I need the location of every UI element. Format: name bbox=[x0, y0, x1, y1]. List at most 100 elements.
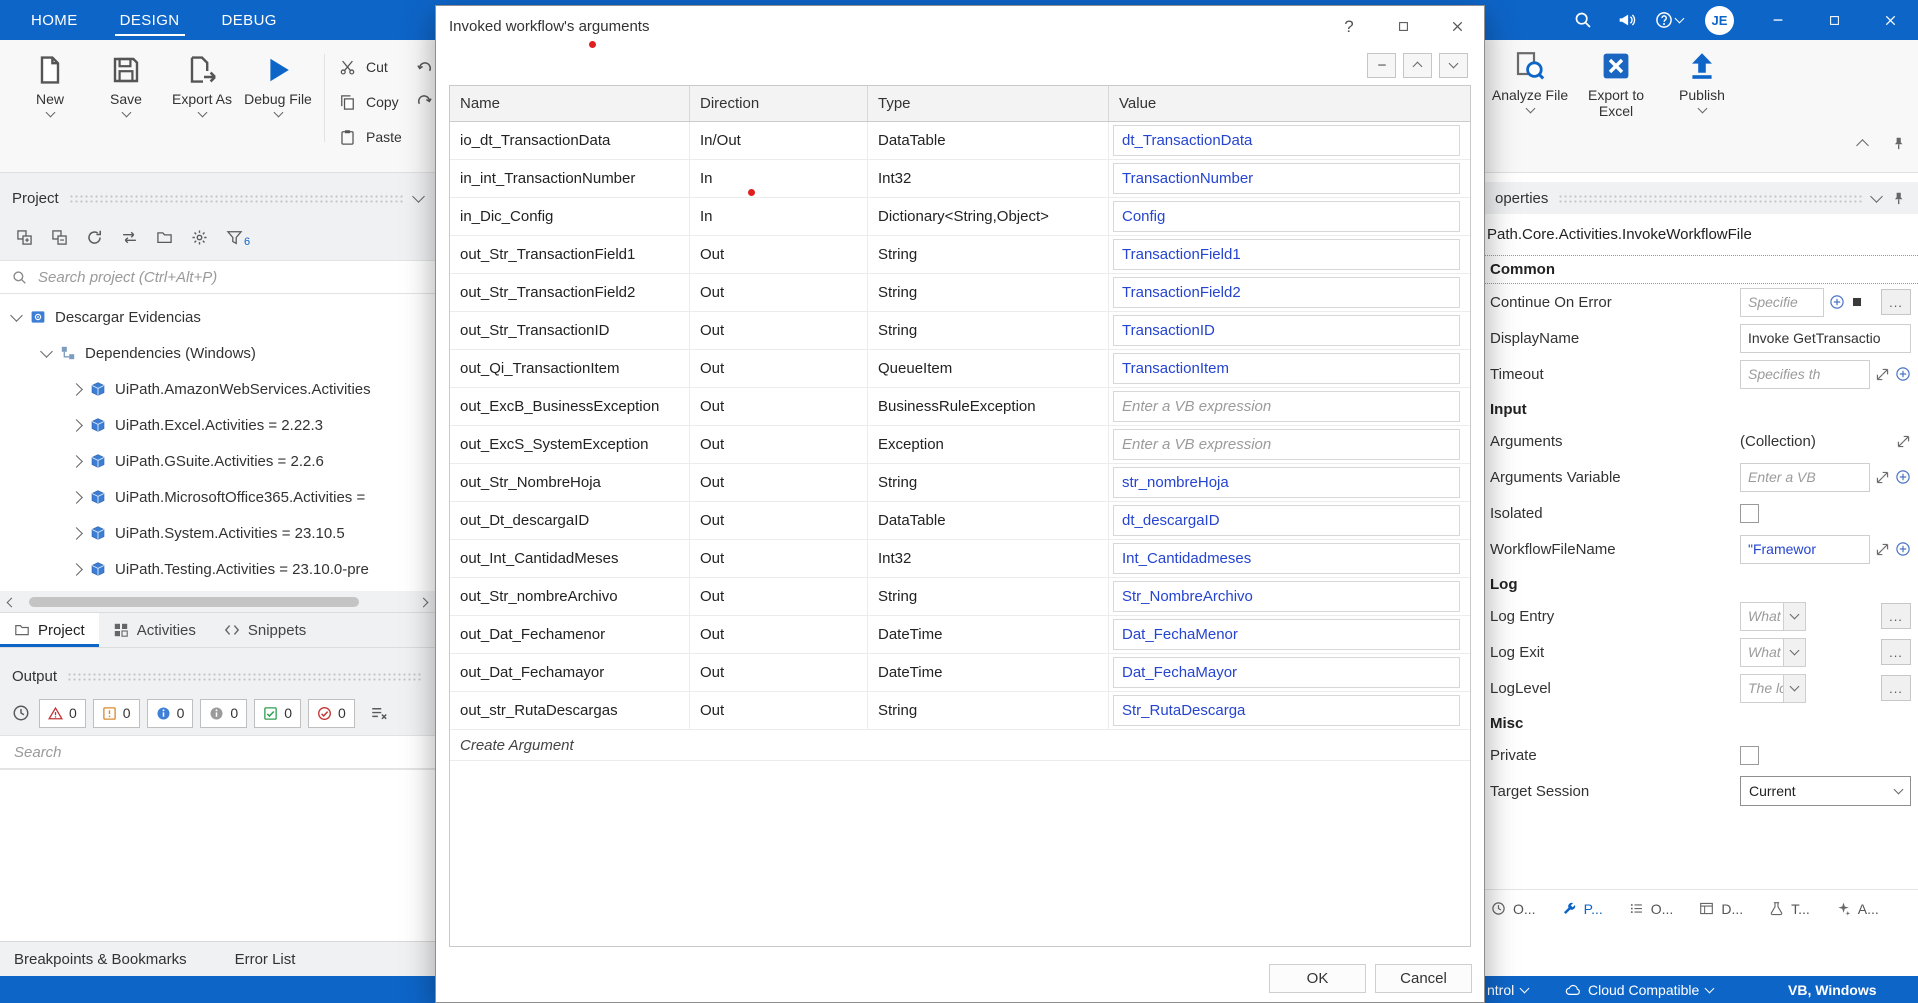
argument-direction[interactable]: Out bbox=[690, 654, 868, 691]
breakpoints-panel-header[interactable]: Breakpoints & Bookmarks bbox=[14, 951, 187, 968]
panel-tab-project[interactable]: Project bbox=[0, 613, 99, 647]
argument-direction[interactable]: Out bbox=[690, 350, 868, 387]
tree-item[interactable]: UiPath.Testing.Activities = 23.10.0-pre bbox=[0, 551, 435, 587]
dialog-maximize-button[interactable] bbox=[1376, 6, 1430, 47]
argument-value-input[interactable]: Str_NombreArchivo bbox=[1113, 581, 1460, 612]
tree-item[interactable]: UiPath.AmazonWebServices.Activities bbox=[0, 371, 435, 407]
argument-name[interactable]: in_int_TransactionNumber bbox=[450, 160, 690, 197]
move-down-button[interactable] bbox=[1439, 52, 1468, 78]
argument-name[interactable]: in_Dic_Config bbox=[450, 198, 690, 235]
open-expression-icon[interactable] bbox=[1875, 367, 1890, 382]
dropdown-caret-button[interactable] bbox=[1782, 673, 1806, 703]
ellipsis-button[interactable]: ... bbox=[1881, 675, 1911, 701]
help-menu[interactable] bbox=[1649, 11, 1689, 29]
pin-icon[interactable] bbox=[1891, 191, 1906, 206]
section-header-misc[interactable]: Misc bbox=[1483, 710, 1918, 737]
ribbon-tab-design[interactable]: DESIGN bbox=[99, 0, 201, 40]
save-button[interactable]: Save bbox=[88, 44, 164, 152]
add-icon[interactable] bbox=[1895, 469, 1911, 485]
tree-item[interactable]: UiPath.MicrosoftOffice365.Activities = bbox=[0, 479, 435, 515]
maximize-button[interactable] bbox=[1806, 0, 1862, 40]
argument-type[interactable]: DataTable bbox=[868, 122, 1109, 159]
argument-value-input[interactable]: Str_RutaDescarga bbox=[1113, 695, 1460, 726]
error-list-panel-header[interactable]: Error List bbox=[235, 951, 296, 968]
analyze-file-button[interactable]: Analyze File bbox=[1487, 40, 1573, 172]
cloud-compatible-indicator[interactable]: Cloud Compatible bbox=[1565, 976, 1715, 1003]
section-header-input[interactable]: Input bbox=[1483, 396, 1918, 423]
argument-direction[interactable]: Out bbox=[690, 692, 868, 729]
argument-name[interactable]: out_ExcB_BusinessException bbox=[450, 388, 690, 425]
export-to-excel-button[interactable]: Export to Excel bbox=[1573, 40, 1659, 172]
argument-name[interactable]: out_Dat_Fechamayor bbox=[450, 654, 690, 691]
section-header-common[interactable]: Common bbox=[1483, 255, 1918, 284]
argument-direction[interactable]: Out bbox=[690, 502, 868, 539]
argument-direction[interactable]: Out bbox=[690, 388, 868, 425]
horizontal-scrollbar[interactable] bbox=[2, 595, 433, 609]
redo-icon[interactable] bbox=[416, 91, 433, 108]
argument-value-input[interactable]: TransactionNumber bbox=[1113, 163, 1460, 194]
collapse-all-icon[interactable] bbox=[51, 229, 68, 246]
argument-name[interactable]: out_Dat_Fechamenor bbox=[450, 616, 690, 653]
property-value-input[interactable]: Specifie bbox=[1740, 287, 1824, 317]
dialog-close-button[interactable] bbox=[1430, 6, 1484, 47]
argument-type[interactable]: String bbox=[868, 578, 1109, 615]
argument-value-input[interactable]: Int_Cantidadmeses bbox=[1113, 543, 1460, 574]
argument-name[interactable]: out_Str_TransactionField2 bbox=[450, 274, 690, 311]
ellipsis-button[interactable]: ... bbox=[1881, 289, 1911, 315]
new-button[interactable]: New bbox=[12, 44, 88, 152]
argument-direction[interactable]: Out bbox=[690, 616, 868, 653]
chevron-right-icon[interactable] bbox=[70, 490, 83, 504]
chevron-right-icon[interactable] bbox=[70, 382, 83, 396]
tree-item[interactable]: Descargar Evidencias bbox=[0, 299, 435, 335]
clear-output-icon[interactable] bbox=[370, 704, 388, 722]
property-value-input[interactable]: Enter a VB bbox=[1740, 462, 1870, 492]
argument-direction[interactable]: Out bbox=[690, 578, 868, 615]
argument-type[interactable]: DateTime bbox=[868, 616, 1109, 653]
ribbon-tab-home[interactable]: HOME bbox=[10, 0, 99, 40]
argument-type[interactable]: QueueItem bbox=[868, 350, 1109, 387]
panel-tab-activities[interactable]: Activities bbox=[99, 613, 210, 647]
scrollbar-thumb[interactable] bbox=[29, 597, 359, 607]
output-search-input[interactable] bbox=[12, 742, 423, 762]
output-counter-warning[interactable]: 0 bbox=[92, 698, 140, 728]
dropdown-caret-button[interactable] bbox=[1782, 637, 1806, 667]
properties-panel-header[interactable]: operties bbox=[1483, 182, 1918, 214]
argument-name[interactable]: out_Str_nombreArchivo bbox=[450, 578, 690, 615]
minimize-button[interactable] bbox=[1750, 0, 1806, 40]
tree-item[interactable]: UiPath.Excel.Activities = 2.22.3 bbox=[0, 407, 435, 443]
dock-tab-1[interactable]: P... bbox=[1562, 901, 1603, 917]
export-as-button[interactable]: Export As bbox=[164, 44, 240, 152]
expand-all-icon[interactable] bbox=[16, 229, 33, 246]
ellipsis-button[interactable]: ... bbox=[1881, 639, 1911, 665]
tree-item[interactable]: UiPath.System.Activities = 23.10.5 bbox=[0, 515, 435, 551]
add-icon[interactable] bbox=[1895, 541, 1911, 557]
argument-value-input[interactable]: Enter a VB expression bbox=[1113, 429, 1460, 460]
dialog-help-button[interactable]: ? bbox=[1322, 6, 1376, 47]
chevron-right-icon[interactable] bbox=[70, 454, 83, 468]
cancel-button[interactable]: Cancel bbox=[1375, 964, 1472, 993]
ribbon-tab-debug[interactable]: DEBUG bbox=[201, 0, 298, 40]
scrollbar-track[interactable] bbox=[19, 597, 416, 607]
output-counter-error[interactable]: 0 bbox=[39, 698, 86, 728]
panel-tab-snippets[interactable]: Snippets bbox=[210, 613, 320, 647]
tree-item[interactable]: UiPath.GSuite.Activities = 2.2.6 bbox=[0, 443, 435, 479]
argument-name[interactable]: io_dt_TransactionData bbox=[450, 122, 690, 159]
dock-tab-3[interactable]: D... bbox=[1699, 901, 1743, 917]
argument-type[interactable]: String bbox=[868, 464, 1109, 501]
argument-value-input[interactable]: dt_TransactionData bbox=[1113, 125, 1460, 156]
settings-gear-icon[interactable] bbox=[191, 229, 208, 246]
debug-file-button[interactable]: Debug File bbox=[240, 44, 316, 152]
argument-name[interactable]: out_str_RutaDescargas bbox=[450, 692, 690, 729]
argument-type[interactable]: String bbox=[868, 274, 1109, 311]
scroll-right-icon[interactable] bbox=[418, 597, 429, 607]
dock-tab-4[interactable]: T... bbox=[1769, 901, 1810, 917]
argument-type[interactable]: DateTime bbox=[868, 654, 1109, 691]
chevron-down-icon[interactable] bbox=[1870, 190, 1883, 203]
publish-button[interactable]: Publish bbox=[1659, 40, 1745, 172]
delete-argument-button[interactable] bbox=[1367, 52, 1396, 78]
argument-value-input[interactable]: Dat_FechaMayor bbox=[1113, 657, 1460, 688]
create-argument-link[interactable]: Create Argument bbox=[450, 730, 1470, 761]
property-value-input[interactable]: "Framewor bbox=[1740, 534, 1870, 564]
open-collection-icon[interactable] bbox=[1896, 434, 1911, 449]
dock-tab-5[interactable]: A... bbox=[1836, 901, 1879, 917]
